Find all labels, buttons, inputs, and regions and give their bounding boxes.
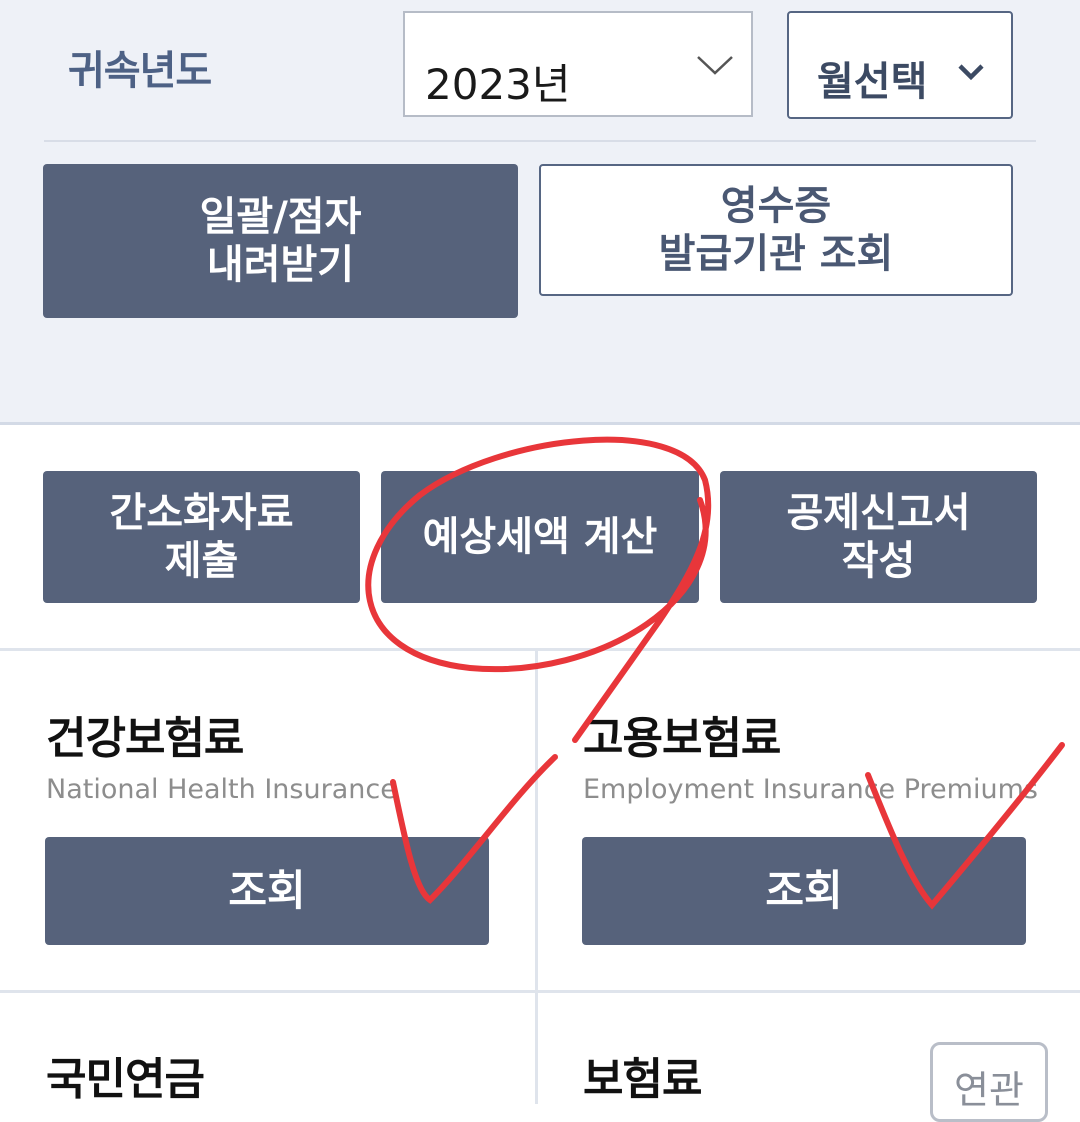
year-select[interactable]: 2023년 — [403, 11, 753, 117]
card-subtitle: National Health Insurance — [46, 774, 397, 805]
write-deduction-report-button[interactable]: 공제신고서 작성 — [720, 471, 1037, 603]
related-tag[interactable]: 연관 — [930, 1042, 1048, 1122]
card-title: 보험료 — [583, 1054, 702, 1105]
divider — [44, 140, 1036, 142]
filter-panel: 귀속년도 2023년 월선택 일괄/점자 내려받기 영수증 발급기관 조회 — [0, 0, 1080, 425]
card-title: 국민연금 — [46, 1054, 205, 1105]
bulk-download-button[interactable]: 일괄/점자 내려받기 — [43, 164, 518, 318]
card-subtitle: Employment Insurance Premiums — [583, 774, 1038, 805]
month-select-value: 월선택 — [817, 59, 928, 105]
chevron-down-icon — [695, 53, 735, 81]
grid-divider — [535, 648, 538, 1104]
estimate-tax-button[interactable]: 예상세액 계산 — [381, 471, 699, 603]
year-label: 귀속년도 — [68, 48, 212, 94]
year-select-value: 2023년 — [425, 60, 571, 109]
grid-divider — [0, 648, 1080, 651]
card-title: 고용보험료 — [583, 713, 781, 764]
receipt-issuer-lookup-button[interactable]: 영수증 발급기관 조회 — [539, 164, 1013, 296]
month-select[interactable]: 월선택 — [787, 11, 1013, 119]
submit-simplified-data-button[interactable]: 간소화자료 제출 — [43, 471, 360, 603]
chevron-down-icon — [957, 63, 985, 85]
health-insurance-query-button[interactable]: 조회 — [45, 837, 489, 945]
grid-divider — [0, 990, 1080, 993]
employment-insurance-query-button[interactable]: 조회 — [582, 837, 1026, 945]
card-title: 건강보험료 — [46, 713, 244, 764]
